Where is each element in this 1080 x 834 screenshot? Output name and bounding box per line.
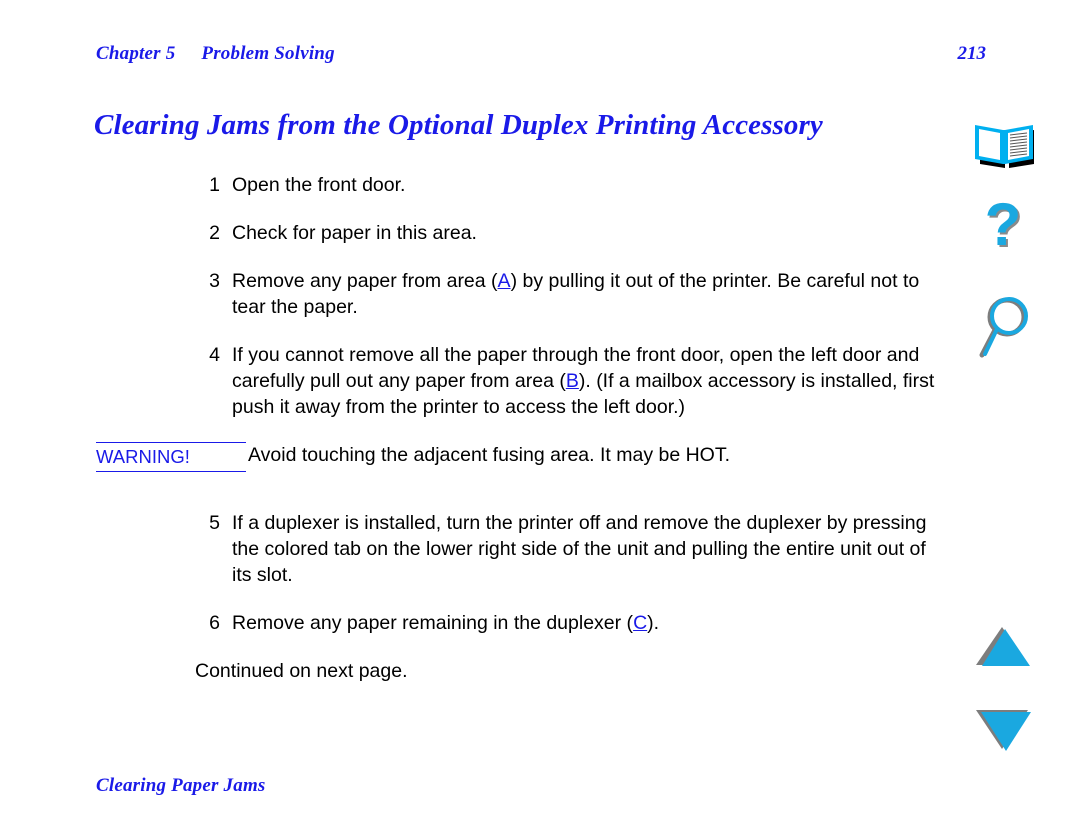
step-number: 5 [209, 512, 220, 534]
search-button[interactable] [958, 288, 1050, 372]
warning-label: WARNING! [96, 446, 190, 467]
question-mark-icon: ? ? [975, 197, 1033, 269]
help-button[interactable]: ? ? [958, 192, 1050, 274]
chapter-topic: Problem Solving [201, 43, 335, 64]
chapter-label: Chapter 5 [96, 43, 176, 64]
step-text: Check for paper in this area. [232, 222, 477, 244]
running-header: Chapter 5 Problem Solving 213 [96, 43, 986, 69]
warning-admonition: WARNING! Avoid touching the adjacent fus… [0, 442, 940, 486]
chapter-breadcrumb: Chapter 5 Problem Solving [96, 43, 335, 65]
continued-note: Continued on next page. [195, 660, 408, 682]
step-number: 2 [209, 222, 220, 244]
step-number: 1 [209, 174, 220, 196]
cross-reference-link-b[interactable]: B [566, 370, 579, 392]
next-page-button[interactable] [958, 702, 1050, 758]
step-number: 4 [209, 344, 220, 366]
step-number: 6 [209, 612, 220, 634]
cross-reference-link-a[interactable]: A [498, 270, 511, 292]
svg-text:?: ? [985, 197, 1022, 258]
triangle-up-icon [972, 621, 1036, 671]
step-item: 2 Check for paper in this area. [0, 220, 940, 246]
cross-reference-link-c[interactable]: C [633, 612, 647, 634]
document-page: Chapter 5 Problem Solving 213 Clearing J… [0, 0, 1080, 834]
triangle-down-icon [972, 705, 1036, 755]
step-text-after: ). [647, 612, 660, 634]
step-item: 4 If you cannot remove all the paper thr… [0, 342, 940, 420]
step-item: 6 Remove any paper remaining in the dupl… [0, 610, 940, 636]
step-number: 3 [209, 270, 220, 292]
step-text-before: Remove any paper remaining in the duplex… [232, 612, 634, 634]
step-text-before: Remove any paper from area ( [232, 270, 498, 292]
previous-page-button[interactable] [958, 618, 1050, 674]
step-item: 5 If a duplexer is installed, turn the p… [0, 510, 940, 588]
table-of-contents-button[interactable] [958, 112, 1050, 174]
magnifier-icon [973, 293, 1035, 367]
open-book-icon [969, 117, 1039, 169]
warning-label-rule: WARNING! [96, 442, 246, 472]
running-footer-section: Clearing Paper Jams [96, 775, 266, 796]
page-title: Clearing Jams from the Optional Duplex P… [94, 109, 823, 142]
step-item: 1 Open the front door. [0, 172, 940, 198]
step-text: If you cannot remove all the paper throu… [232, 342, 940, 420]
step-text: Remove any paper from area (A) by pullin… [232, 268, 940, 320]
step-text: Remove any paper remaining in the duplex… [232, 610, 940, 636]
page-body: 1 Open the front door. 2 Check for paper… [0, 172, 940, 684]
warning-text: Avoid touching the adjacent fusing area.… [248, 444, 731, 466]
step-text: If a duplexer is installed, turn the pri… [232, 512, 927, 586]
step-item: 3 Remove any paper from area (A) by pull… [0, 268, 940, 320]
navigation-rail: ? ? [958, 0, 1050, 834]
step-text: Open the front door. [232, 174, 406, 196]
